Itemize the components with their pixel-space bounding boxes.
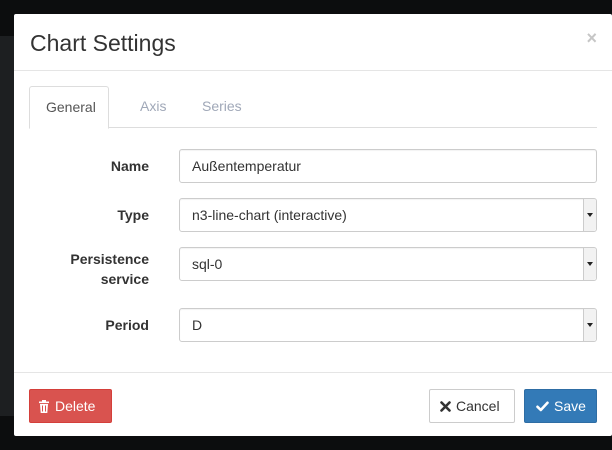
times-icon xyxy=(440,400,451,412)
check-icon xyxy=(536,401,549,412)
tab-bar: General Axis Series xyxy=(29,86,597,129)
persistence-select-value: sql-0 xyxy=(192,256,223,272)
persistence-label-line2: service xyxy=(100,271,149,287)
save-button[interactable]: Save xyxy=(524,389,597,423)
name-label: Name xyxy=(110,158,149,174)
chevron-down-icon xyxy=(583,199,596,231)
period-select[interactable]: D xyxy=(179,308,597,342)
dialog-header: Chart Settings × xyxy=(14,14,612,71)
period-label: Period xyxy=(105,317,149,333)
name-row: Name Außentemperatur xyxy=(14,149,612,183)
persistence-label-line1: Persistence xyxy=(70,251,149,267)
name-input-value: Außentemperatur xyxy=(192,158,301,174)
cancel-button-label: Cancel xyxy=(456,398,500,414)
tab-general[interactable]: General xyxy=(29,86,109,129)
save-button-label: Save xyxy=(554,398,586,414)
delete-button-label: Delete xyxy=(55,398,96,414)
persistence-label: Persistence service xyxy=(70,249,149,289)
dialog-footer: Delete Cancel Save xyxy=(14,372,612,436)
type-select[interactable]: n3-line-chart (interactive) xyxy=(179,198,597,232)
type-label: Type xyxy=(117,207,149,223)
chevron-down-icon xyxy=(583,248,596,280)
trash-icon xyxy=(38,399,50,413)
background-window-edge xyxy=(0,36,14,416)
chevron-down-icon xyxy=(583,309,596,341)
cancel-button[interactable]: Cancel xyxy=(429,389,515,423)
name-input[interactable]: Außentemperatur xyxy=(179,149,597,183)
delete-button[interactable]: Delete xyxy=(29,389,112,423)
dialog-body: General Axis Series Name Außentemperatur… xyxy=(14,71,612,372)
tab-series[interactable]: Series xyxy=(186,86,258,129)
close-icon[interactable]: × xyxy=(586,28,597,48)
chart-settings-dialog: Chart Settings × General Axis Series Nam… xyxy=(14,14,612,436)
persistence-row: Persistence service sql-0 xyxy=(14,246,612,290)
tab-axis[interactable]: Axis xyxy=(124,86,182,129)
persistence-select[interactable]: sql-0 xyxy=(179,247,597,281)
type-select-value: n3-line-chart (interactive) xyxy=(192,207,347,223)
type-row: Type n3-line-chart (interactive) xyxy=(14,198,612,232)
dialog-title: Chart Settings xyxy=(30,30,176,56)
period-row: Period D xyxy=(14,308,612,342)
period-select-value: D xyxy=(192,317,203,333)
